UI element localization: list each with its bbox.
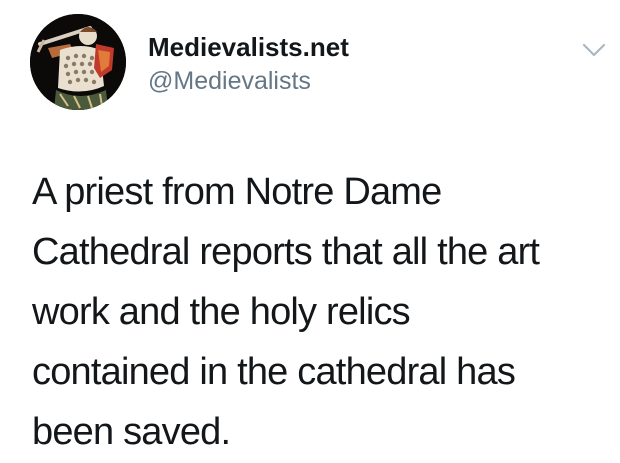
medieval-warrior-avatar-icon [30,14,126,110]
tweet-text: A priest from Notre Dame Cathedral repor… [32,162,602,462]
tweet-text-line: contained in the cathedral has [32,351,516,393]
tweet-text-line: A priest from Notre Dame [32,171,442,213]
display-name[interactable]: Medievalists.net [148,32,349,62]
tweet-card: Medievalists.net @Medievalists A priest … [0,0,620,463]
tweet-text-line: Cathedral reports that all the art [32,231,540,273]
chevron-down-icon[interactable] [580,40,608,60]
tweet-text-line: been saved. [32,411,231,453]
avatar[interactable] [30,14,126,110]
tweet-text-line: work and the holy relics [32,291,411,333]
user-handle[interactable]: @Medievalists [148,66,311,96]
